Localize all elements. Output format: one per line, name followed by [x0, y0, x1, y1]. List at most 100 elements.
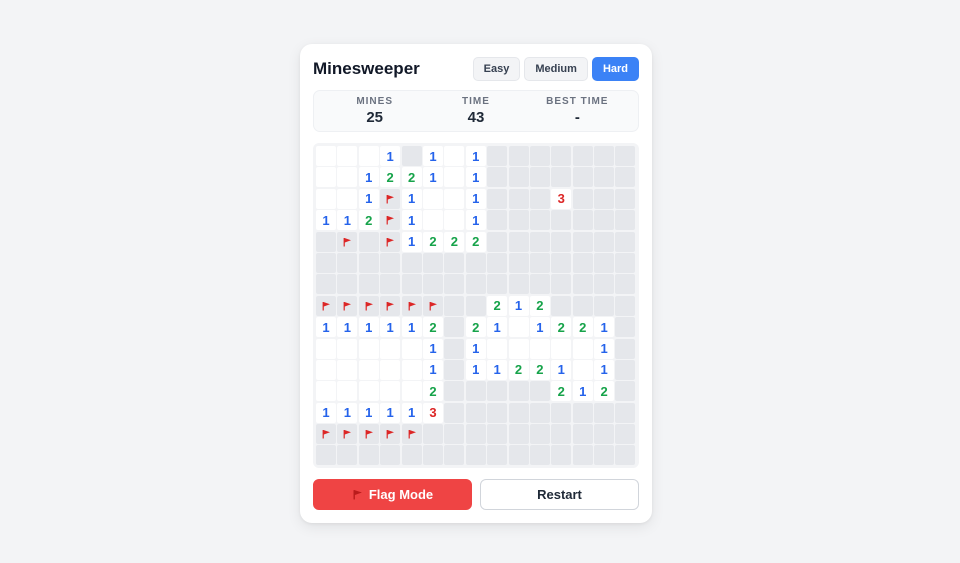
revealed-empty-cell[interactable]: [337, 338, 358, 359]
hidden-cell[interactable]: [444, 274, 465, 295]
revealed-number-cell[interactable]: 2: [594, 381, 615, 402]
revealed-empty-cell[interactable]: [316, 381, 336, 402]
revealed-number-cell[interactable]: 1: [316, 402, 336, 423]
hidden-cell[interactable]: [572, 445, 593, 466]
revealed-number-cell[interactable]: 2: [380, 167, 401, 188]
hidden-cell[interactable]: [594, 252, 615, 273]
hidden-cell[interactable]: [508, 146, 529, 166]
revealed-number-cell[interactable]: 1: [358, 317, 379, 338]
revealed-empty-cell[interactable]: [529, 338, 550, 359]
hidden-cell[interactable]: [529, 402, 550, 423]
revealed-empty-cell[interactable]: [444, 210, 465, 231]
revealed-number-cell[interactable]: 1: [594, 338, 615, 359]
hidden-cell[interactable]: [380, 252, 401, 273]
hidden-cell[interactable]: [487, 252, 508, 273]
hidden-cell[interactable]: [615, 146, 636, 166]
flagged-cell[interactable]: [380, 188, 401, 209]
hidden-cell[interactable]: [529, 381, 550, 402]
flagged-cell[interactable]: [401, 295, 422, 316]
hidden-cell[interactable]: [551, 295, 572, 316]
hidden-cell[interactable]: [615, 252, 636, 273]
revealed-number-cell[interactable]: 1: [380, 317, 401, 338]
hidden-cell[interactable]: [615, 445, 636, 466]
revealed-number-cell[interactable]: 2: [422, 381, 443, 402]
hidden-cell[interactable]: [487, 188, 508, 209]
hidden-cell[interactable]: [529, 274, 550, 295]
revealed-number-cell[interactable]: 2: [572, 317, 593, 338]
hidden-cell[interactable]: [444, 402, 465, 423]
revealed-number-cell[interactable]: 2: [422, 317, 443, 338]
hidden-cell[interactable]: [316, 445, 336, 466]
revealed-empty-cell[interactable]: [508, 338, 529, 359]
flagged-cell[interactable]: [316, 295, 336, 316]
hidden-cell[interactable]: [508, 252, 529, 273]
revealed-empty-cell[interactable]: [380, 359, 401, 380]
hidden-cell[interactable]: [594, 210, 615, 231]
hidden-cell[interactable]: [529, 146, 550, 166]
hidden-cell[interactable]: [422, 252, 443, 273]
hidden-cell[interactable]: [529, 252, 550, 273]
hidden-cell[interactable]: [615, 359, 636, 380]
hidden-cell[interactable]: [465, 295, 486, 316]
flagged-cell[interactable]: [316, 424, 336, 445]
hidden-cell[interactable]: [316, 274, 336, 295]
revealed-number-cell[interactable]: 1: [422, 146, 443, 166]
revealed-empty-cell[interactable]: [337, 188, 358, 209]
revealed-empty-cell[interactable]: [444, 167, 465, 188]
difficulty-easy-button[interactable]: Easy: [472, 57, 521, 81]
hidden-cell[interactable]: [422, 424, 443, 445]
hidden-cell[interactable]: [465, 445, 486, 466]
flag-mode-button[interactable]: Flag Mode: [313, 479, 472, 510]
hidden-cell[interactable]: [615, 274, 636, 295]
hidden-cell[interactable]: [508, 231, 529, 252]
revealed-empty-cell[interactable]: [508, 317, 529, 338]
hidden-cell[interactable]: [572, 167, 593, 188]
revealed-number-cell[interactable]: 1: [422, 338, 443, 359]
hidden-cell[interactable]: [316, 252, 336, 273]
revealed-number-cell[interactable]: 1: [422, 167, 443, 188]
flagged-cell[interactable]: [337, 424, 358, 445]
hidden-cell[interactable]: [572, 210, 593, 231]
revealed-empty-cell[interactable]: [358, 338, 379, 359]
hidden-cell[interactable]: [358, 231, 379, 252]
revealed-empty-cell[interactable]: [401, 359, 422, 380]
hidden-cell[interactable]: [487, 402, 508, 423]
revealed-number-cell[interactable]: 1: [594, 359, 615, 380]
revealed-empty-cell[interactable]: [487, 338, 508, 359]
hidden-cell[interactable]: [551, 424, 572, 445]
difficulty-medium-button[interactable]: Medium: [524, 57, 588, 81]
hidden-cell[interactable]: [487, 445, 508, 466]
hidden-cell[interactable]: [444, 317, 465, 338]
hidden-cell[interactable]: [615, 424, 636, 445]
hidden-cell[interactable]: [551, 167, 572, 188]
revealed-number-cell[interactable]: 2: [465, 231, 486, 252]
hidden-cell[interactable]: [401, 445, 422, 466]
revealed-number-cell[interactable]: 1: [487, 359, 508, 380]
revealed-empty-cell[interactable]: [316, 359, 336, 380]
revealed-number-cell[interactable]: 1: [551, 359, 572, 380]
hidden-cell[interactable]: [487, 231, 508, 252]
hidden-cell[interactable]: [508, 424, 529, 445]
hidden-cell[interactable]: [401, 252, 422, 273]
revealed-number-cell[interactable]: 1: [337, 317, 358, 338]
difficulty-hard-button[interactable]: Hard: [591, 57, 639, 81]
hidden-cell[interactable]: [508, 274, 529, 295]
revealed-number-cell[interactable]: 2: [551, 317, 572, 338]
flagged-cell[interactable]: [422, 295, 443, 316]
hidden-cell[interactable]: [551, 231, 572, 252]
hidden-cell[interactable]: [615, 210, 636, 231]
revealed-empty-cell[interactable]: [337, 359, 358, 380]
revealed-number-cell[interactable]: 1: [465, 167, 486, 188]
revealed-empty-cell[interactable]: [337, 146, 358, 166]
hidden-cell[interactable]: [337, 445, 358, 466]
revealed-number-cell[interactable]: 1: [358, 402, 379, 423]
hidden-cell[interactable]: [465, 252, 486, 273]
hidden-cell[interactable]: [422, 274, 443, 295]
revealed-number-cell[interactable]: 1: [316, 317, 336, 338]
hidden-cell[interactable]: [572, 424, 593, 445]
hidden-cell[interactable]: [551, 146, 572, 166]
revealed-number-cell[interactable]: 1: [572, 381, 593, 402]
revealed-empty-cell[interactable]: [316, 167, 336, 188]
hidden-cell[interactable]: [487, 381, 508, 402]
hidden-cell[interactable]: [508, 210, 529, 231]
